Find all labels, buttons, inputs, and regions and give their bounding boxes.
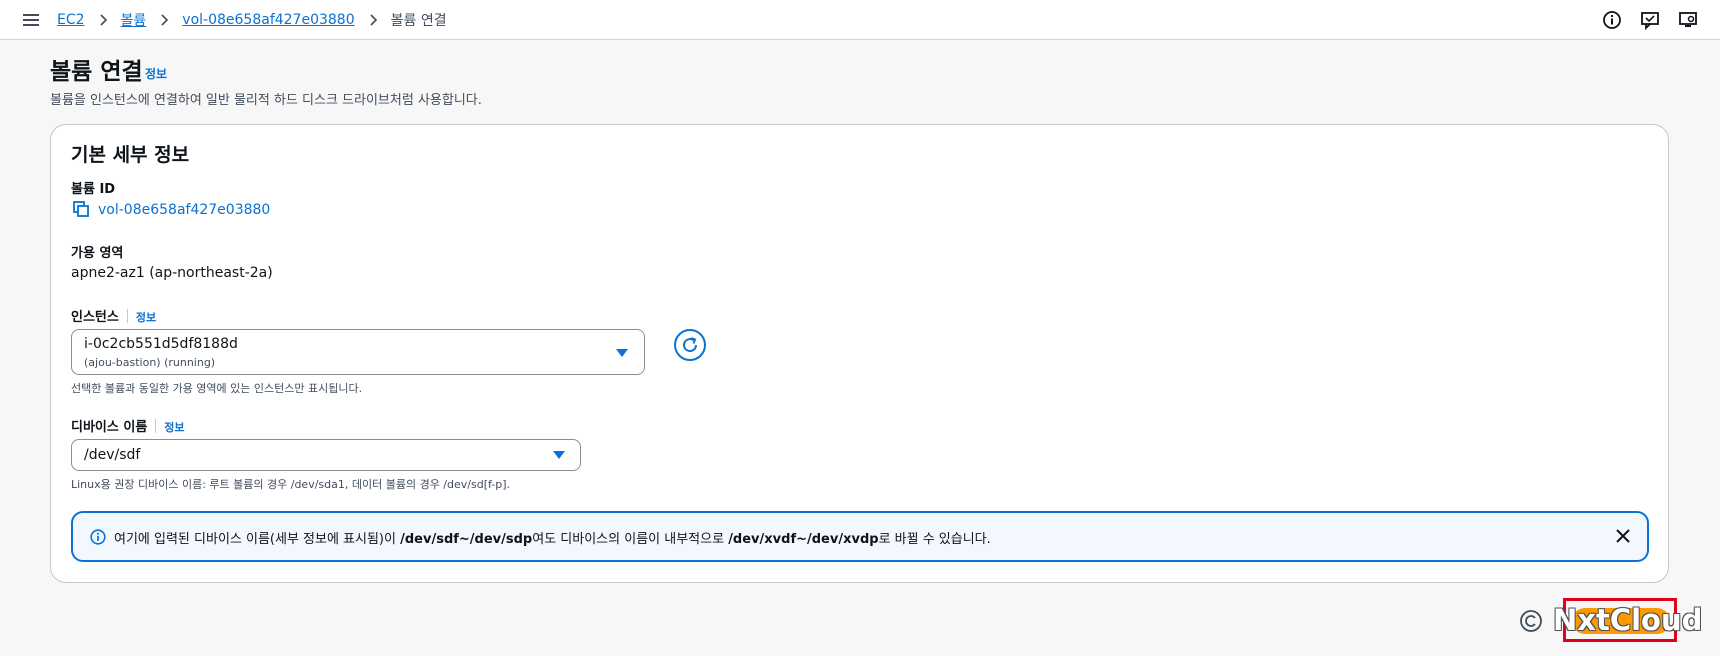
alert-xvd-range: /dev/xvdf~/dev/xvdp <box>728 532 879 547</box>
volume-id-row: vol-08e658af427e03880 <box>73 201 270 218</box>
chevron-right-icon <box>99 14 107 26</box>
page-title: 볼륨 연결 <box>50 59 143 85</box>
info-alert: 여기에 입력된 디바이스 이름(세부 정보에 표시됨)이 /dev/sdf~/d… <box>71 511 1649 562</box>
alert-message: 여기에 입력된 디바이스 이름(세부 정보에 표시됨)이 /dev/sdf~/d… <box>114 528 991 547</box>
device-name-label: 디바이스 이름 <box>71 420 148 435</box>
hamburger-menu-icon[interactable] <box>22 11 40 29</box>
instance-select[interactable]: i-0c2cb551d5df8188d (ajou-bastion) (runn… <box>71 329 645 375</box>
device-info-link[interactable]: 정보 <box>164 421 184 434</box>
instance-name-status: (ajou-bastion) (running) <box>84 356 216 369</box>
assistant-icon[interactable] <box>1519 609 1543 633</box>
alert-text-part3: 로 바뀔 수 있습니다. <box>878 532 991 547</box>
caret-down-icon <box>616 349 628 357</box>
instance-hint: 선택한 볼륨과 동일한 가용 영역에 있는 인스턴스만 표시됩니다. <box>71 382 363 395</box>
device-name-select[interactable]: /dev/sdf <box>71 439 581 471</box>
volume-id-link[interactable]: vol-08e658af427e03880 <box>98 202 270 218</box>
info-icon[interactable] <box>1602 10 1622 30</box>
feedback-icon[interactable] <box>1640 10 1660 30</box>
page-info-link[interactable]: 정보 <box>145 65 167 82</box>
breadcrumb-current: 볼륨 연결 <box>390 13 447 29</box>
device-label-row: 디바이스 이름 정보 <box>71 416 185 435</box>
label-divider <box>155 419 157 433</box>
section-title: 기본 세부 정보 <box>71 144 190 166</box>
availability-zone-label: 가용 영역 <box>71 246 124 261</box>
instance-label: 인스턴스 <box>71 310 119 325</box>
alert-device-range: /dev/sdf~/dev/sdp <box>400 532 533 547</box>
breadcrumb-volume-id[interactable]: vol-08e658af427e03880 <box>182 12 354 28</box>
device-name-hint: Linux용 권장 디바이스 이름: 루트 볼륨의 경우 /dev/sda1, … <box>71 478 510 491</box>
copy-icon[interactable] <box>73 201 90 218</box>
caret-down-icon <box>553 451 565 459</box>
chevron-right-icon <box>370 14 377 26</box>
alert-text-part2: 여도 디바이스의 이름이 내부적으로 <box>532 532 729 547</box>
instance-info-link[interactable]: 정보 <box>136 311 156 324</box>
top-navigation-bar: EC2 볼륨 vol-08e658af427e03880 볼륨 연결 <box>0 0 1720 40</box>
refresh-icon <box>683 337 698 353</box>
display-settings-icon[interactable] <box>1678 10 1698 30</box>
close-icon[interactable] <box>1614 527 1632 545</box>
breadcrumb-ec2[interactable]: EC2 <box>57 12 85 28</box>
breadcrumb-volumes[interactable]: 볼륨 <box>121 10 147 30</box>
device-name-value: /dev/sdf <box>84 447 141 463</box>
instance-id-value: i-0c2cb551d5df8188d <box>84 336 238 352</box>
label-divider <box>126 309 128 323</box>
info-icon <box>90 529 106 545</box>
alert-text-part1: 여기에 입력된 디바이스 이름(세부 정보에 표시됨)이 <box>114 532 401 547</box>
refresh-instances-button[interactable] <box>674 329 706 361</box>
chevron-right-icon <box>161 14 169 26</box>
availability-zone-value: apne2-az1 (ap-northeast-2a) <box>71 265 273 281</box>
page-description: 볼륨을 인스턴스에 연결하여 일반 물리적 하드 디스크 드라이브처럼 사용합니… <box>50 93 482 108</box>
watermark-text: NxtCloud <box>1553 603 1703 637</box>
volume-id-label: 볼륨 ID <box>71 182 116 197</box>
breadcrumb: EC2 볼륨 vol-08e658af427e03880 볼륨 연결 <box>57 0 447 40</box>
instance-label-row: 인스턴스 정보 <box>71 306 156 325</box>
